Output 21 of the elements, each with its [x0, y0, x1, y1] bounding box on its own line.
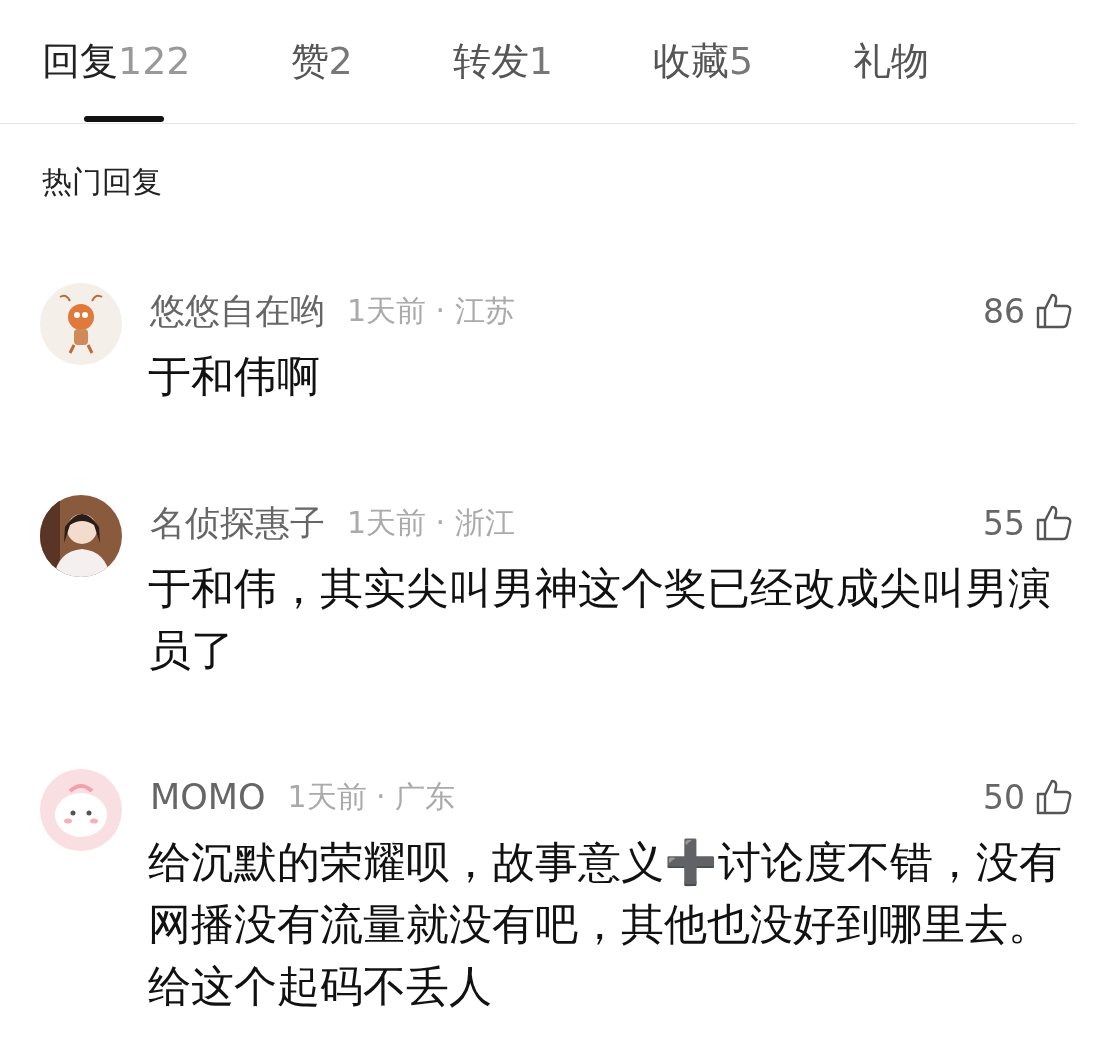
username[interactable]: 名侦探惠子	[150, 499, 325, 547]
tab[interactable]: 礼物	[853, 40, 930, 82]
username[interactable]: 悠悠自在哟	[150, 287, 325, 335]
section-title: 热门回复	[42, 163, 162, 201]
thumbs-up-icon[interactable]	[1035, 292, 1073, 330]
tab[interactable]: 收藏5	[652, 40, 754, 82]
tab[interactable]: 转发1	[452, 40, 553, 82]
comment-text: 于和伟，其实尖叫男神这个奖已经改成尖叫男演员了	[148, 562, 1052, 677]
comment-meta: 1天前 · 广东	[287, 777, 456, 816]
thumbs-up-icon[interactable]	[1035, 504, 1073, 542]
tab[interactable]: 回复122	[42, 40, 191, 82]
like-count: 50	[983, 777, 1025, 817]
comment-meta: 1天前 · 江苏	[347, 291, 515, 330]
comment-meta: 1天前 · 浙江	[347, 503, 515, 542]
username[interactable]: MOMO	[150, 777, 266, 817]
comment-text: 于和伟啊	[148, 350, 321, 403]
comment-text: 给沉默的荣耀呗，故事意义➕讨论度不错，没有网播没有流量就没有吧，其他也没好到哪里去。给这个起码不丢人	[148, 836, 1063, 1013]
thumbs-up-icon[interactable]	[1035, 778, 1073, 816]
like-count: 86	[983, 291, 1025, 331]
tab[interactable]: 赞2	[290, 40, 353, 82]
like-count: 55	[983, 503, 1025, 543]
